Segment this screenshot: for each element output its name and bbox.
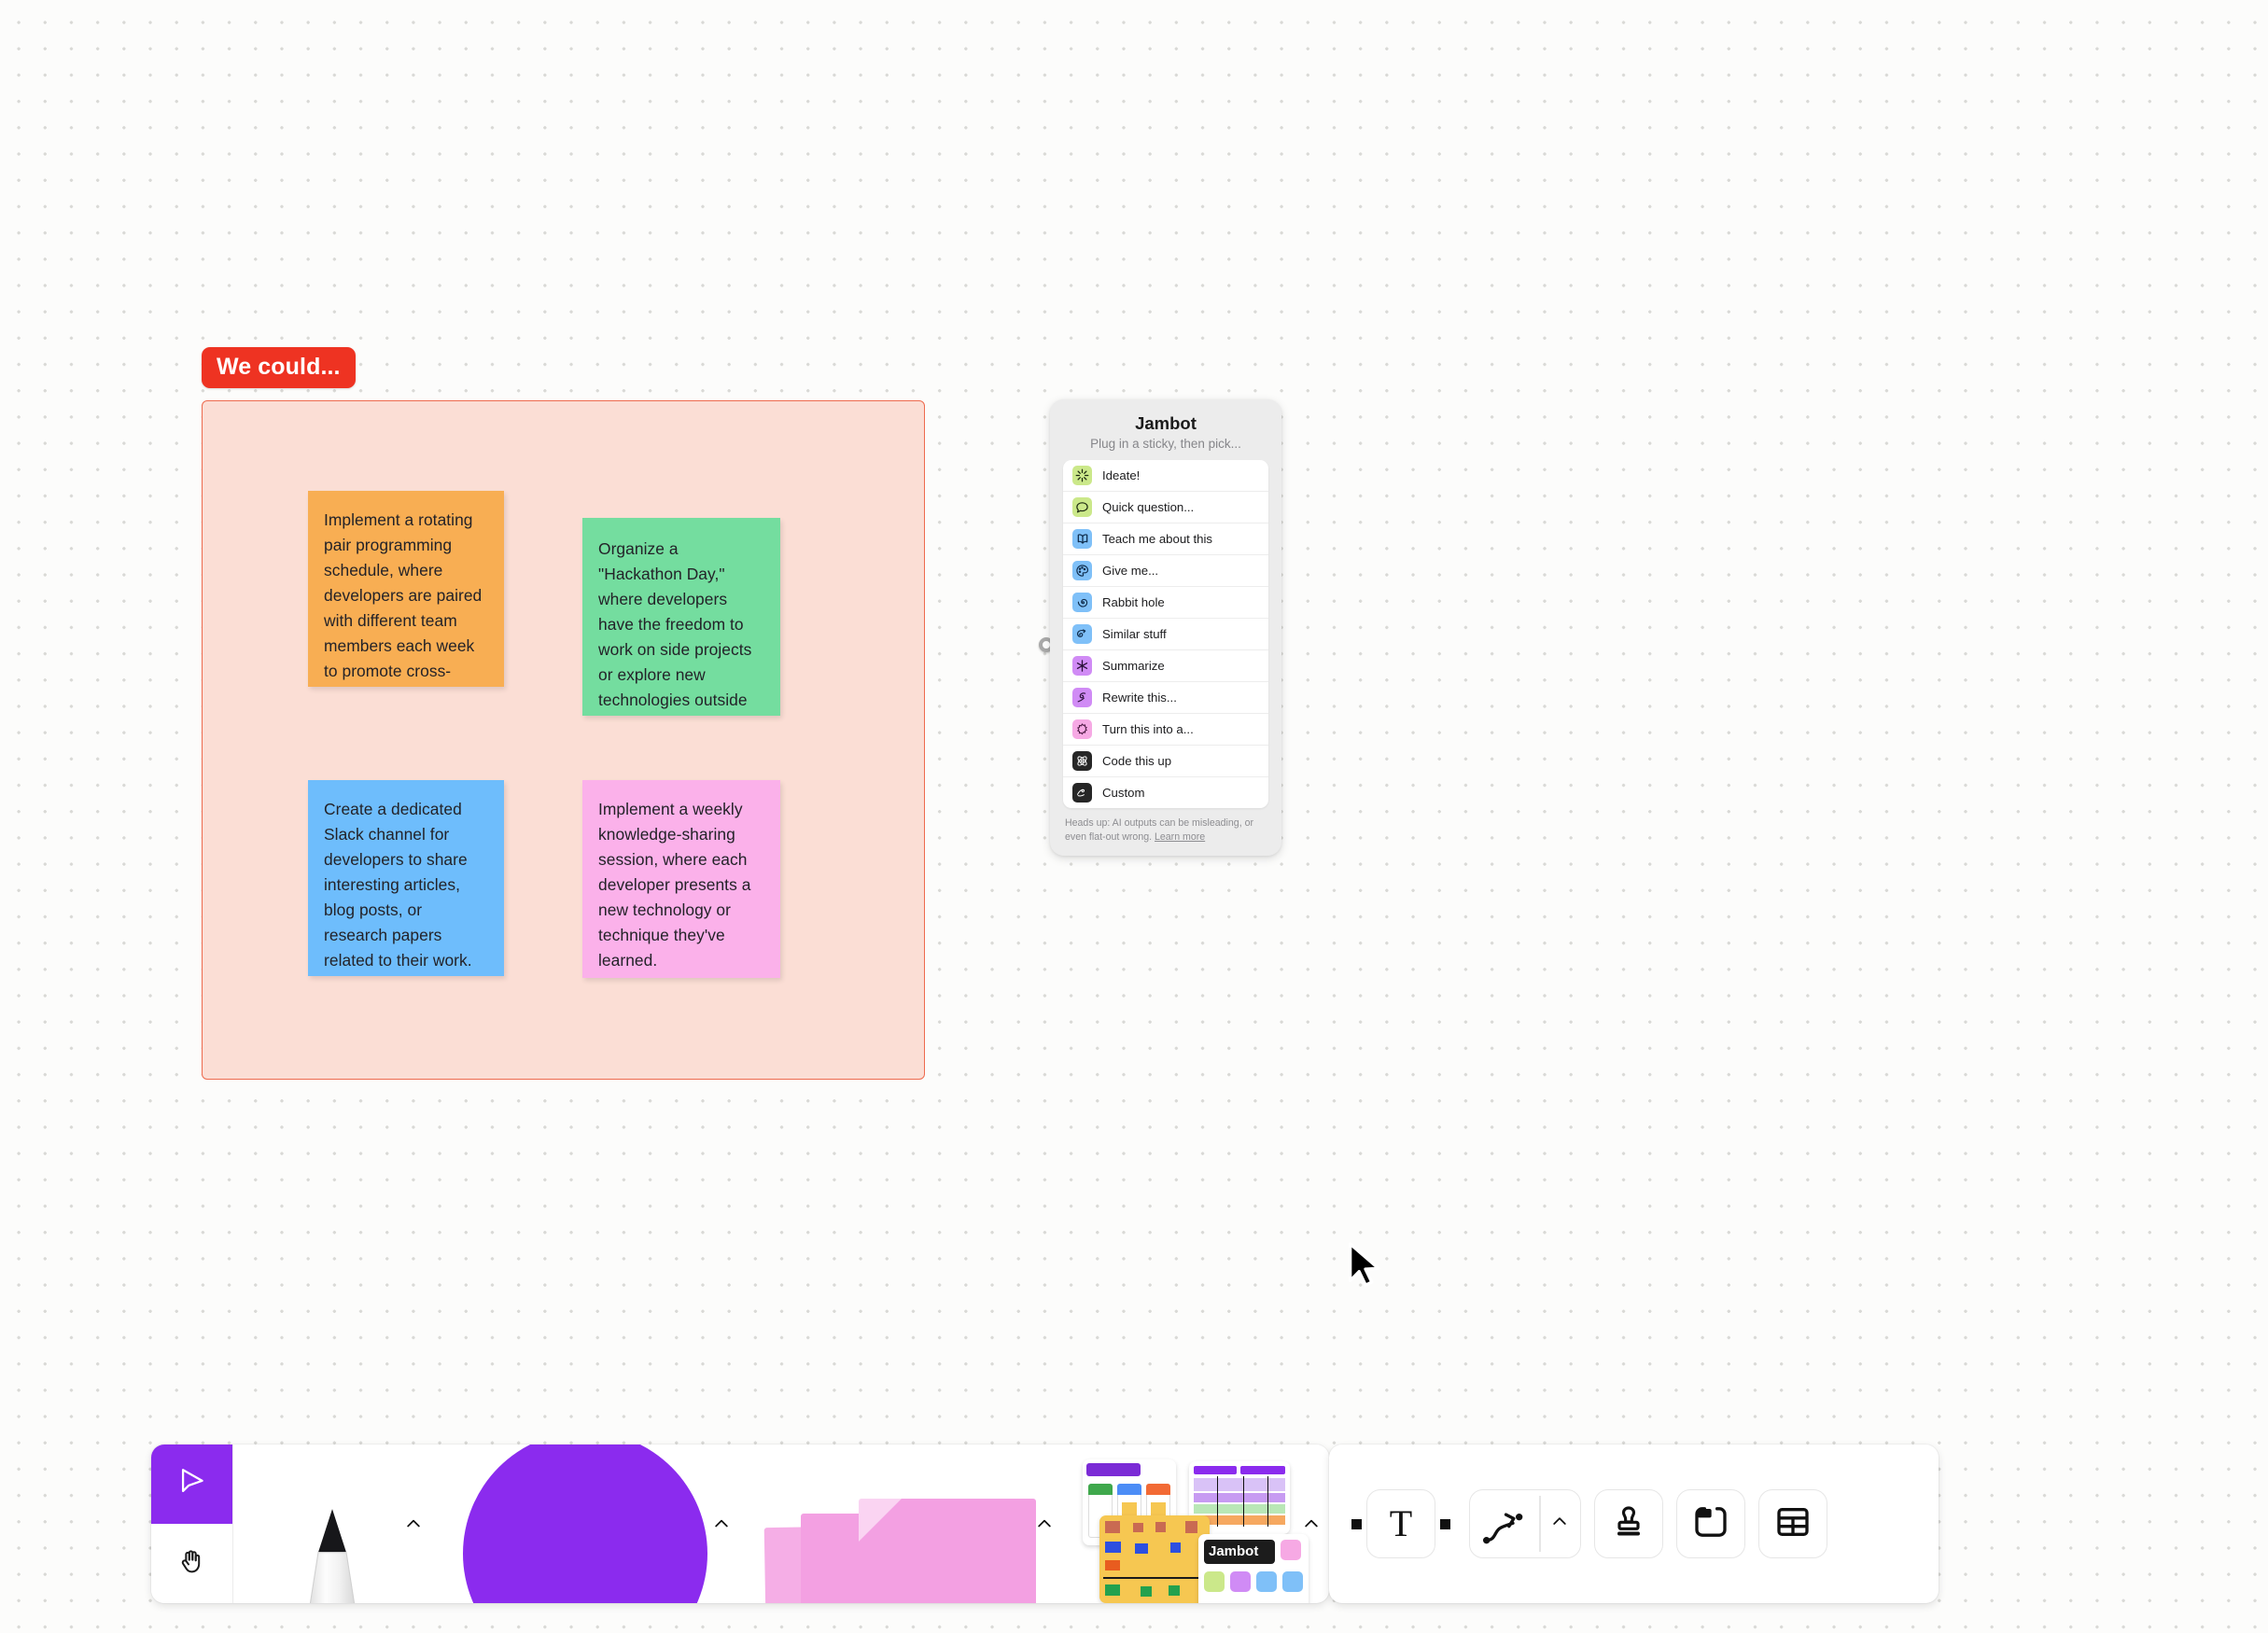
- jambot-item-label: Give me...: [1102, 564, 1159, 579]
- chevron-up-icon[interactable]: [401, 1512, 426, 1536]
- jambot-item-ideate[interactable]: Ideate!: [1063, 460, 1268, 493]
- frame-tool-button[interactable]: [1676, 1489, 1745, 1558]
- jambot-action-list: Ideate! Quick question... Teach me about…: [1063, 460, 1268, 809]
- jambot-item-code-this-up[interactable]: Code this up: [1063, 746, 1268, 778]
- text-glyph: T: [1389, 1502, 1413, 1544]
- sticky-note-orange[interactable]: Implement a rotating pair programming sc…: [308, 491, 504, 687]
- toolbar-creation-panel[interactable]: Jambot: [151, 1445, 1329, 1603]
- connector-tool-button[interactable]: [1469, 1489, 1581, 1558]
- chevron-up-icon[interactable]: [1299, 1512, 1323, 1536]
- palette-icon: [1072, 561, 1092, 581]
- jambot-item-teach-me[interactable]: Teach me about this: [1063, 523, 1268, 556]
- select-tool-button[interactable]: [151, 1445, 232, 1524]
- templates-tool-button[interactable]: Jambot: [1062, 1445, 1329, 1603]
- sticky-note-pink[interactable]: Implement a weekly knowledge-sharing ses…: [582, 780, 780, 978]
- whiteboard-canvas[interactable]: We could... Implement a rotating pair pr…: [0, 0, 2268, 1633]
- sticky-notes-icon: [763, 1487, 1036, 1603]
- jambot-item-label: Rabbit hole: [1102, 595, 1165, 610]
- jambot-item-custom[interactable]: Custom: [1063, 777, 1268, 808]
- speech-bubble-icon: [1072, 497, 1092, 518]
- jambot-title: Jambot: [1135, 413, 1197, 433]
- connector-line-icon: [1479, 1501, 1528, 1553]
- learn-more-link[interactable]: Learn more: [1155, 831, 1205, 843]
- jambot-subtitle: Plug in a sticky, then pick...: [1090, 437, 1241, 452]
- stamp-icon: [1610, 1503, 1647, 1545]
- asterisk-icon: [1072, 656, 1092, 677]
- jambot-panel[interactable]: Jambot Plug in a sticky, then pick... Id…: [1050, 399, 1281, 857]
- frame-icon: [1692, 1503, 1729, 1545]
- loop-arrow-icon: [1072, 624, 1092, 645]
- jambot-item-label: Summarize: [1102, 659, 1165, 674]
- atom-icon: [1072, 751, 1092, 772]
- pen-tool-button[interactable]: [233, 1445, 431, 1603]
- jambot-item-summarize[interactable]: Summarize: [1063, 650, 1268, 683]
- pen-swirl-icon: [1072, 688, 1092, 708]
- jambot-item-label: Teach me about this: [1102, 532, 1213, 547]
- open-book-icon: [1072, 529, 1092, 550]
- table-icon: [1774, 1503, 1812, 1545]
- jambot-item-label: Ideate!: [1102, 468, 1141, 483]
- jambot-item-similar-stuff[interactable]: Similar stuff: [1063, 619, 1268, 651]
- bottom-toolbar[interactable]: Jambot T: [151, 1445, 1939, 1603]
- jambot-item-label: Similar stuff: [1102, 627, 1167, 642]
- stamp-tool-button[interactable]: [1594, 1489, 1663, 1558]
- sticky-note-text: Implement a weekly knowledge-sharing ses…: [598, 800, 751, 970]
- jambot-item-turn-this-into[interactable]: Turn this into a...: [1063, 714, 1268, 747]
- sticky-note-green[interactable]: Organize a "Hackathon Day," where develo…: [582, 518, 780, 716]
- chevron-up-icon[interactable]: [709, 1512, 734, 1536]
- sparkle-burst-icon: [1072, 466, 1092, 486]
- jambot-item-label: Turn this into a...: [1102, 722, 1194, 737]
- sticky-note-text: Create a dedicated Slack channel for dev…: [324, 800, 472, 970]
- jambot-item-quick-question[interactable]: Quick question...: [1063, 492, 1268, 524]
- scribble-icon: [1072, 783, 1092, 803]
- pen-icon: [292, 1501, 372, 1603]
- chevron-up-icon[interactable]: [1032, 1512, 1057, 1536]
- frame-title[interactable]: We could...: [202, 347, 356, 389]
- spiral-icon: [1072, 593, 1092, 613]
- text-handle-left-icon: [1351, 1518, 1362, 1529]
- templates-jambot-label: Jambot: [1209, 1543, 1259, 1559]
- circle-shape-icon: [463, 1445, 707, 1603]
- jambot-item-rewrite[interactable]: Rewrite this...: [1063, 682, 1268, 715]
- mouse-pointer: [1347, 1241, 1388, 1294]
- sticky-note-text: Implement a rotating pair programming sc…: [324, 510, 483, 687]
- text-handle-right-icon: [1440, 1518, 1450, 1529]
- jambot-disclaimer: Heads up: AI outputs can be misleading, …: [1063, 816, 1268, 845]
- shape-tool-button[interactable]: [431, 1445, 739, 1603]
- sticky-note-blue[interactable]: Create a dedicated Slack channel for dev…: [308, 780, 504, 976]
- sticky-note-tool-button[interactable]: [739, 1445, 1062, 1603]
- select-cursor-icon: [176, 1466, 208, 1502]
- sticky-note-text: Organize a "Hackathon Day," where develo…: [598, 539, 752, 716]
- toolbar-object-panel[interactable]: T: [1329, 1445, 1939, 1603]
- text-tool-group[interactable]: T: [1351, 1489, 1450, 1558]
- jambot-item-rabbit-hole[interactable]: Rabbit hole: [1063, 587, 1268, 620]
- jambot-item-give-me[interactable]: Give me...: [1063, 555, 1268, 588]
- hand-pan-icon: [177, 1546, 207, 1581]
- chevron-up-icon[interactable]: [1550, 1513, 1569, 1536]
- jambot-item-label: Quick question...: [1102, 500, 1195, 515]
- jambot-item-label: Code this up: [1102, 754, 1172, 769]
- jambot-item-label: Rewrite this...: [1102, 691, 1177, 705]
- table-tool-button[interactable]: [1758, 1489, 1827, 1558]
- jambot-item-label: Custom: [1102, 786, 1145, 801]
- flower-blob-icon: [1072, 719, 1092, 740]
- pan-tool-button[interactable]: [151, 1524, 232, 1603]
- pointer-tool-group[interactable]: [151, 1445, 233, 1603]
- templates-icon: Jambot: [1075, 1445, 1320, 1603]
- text-tool-button[interactable]: T: [1366, 1489, 1435, 1558]
